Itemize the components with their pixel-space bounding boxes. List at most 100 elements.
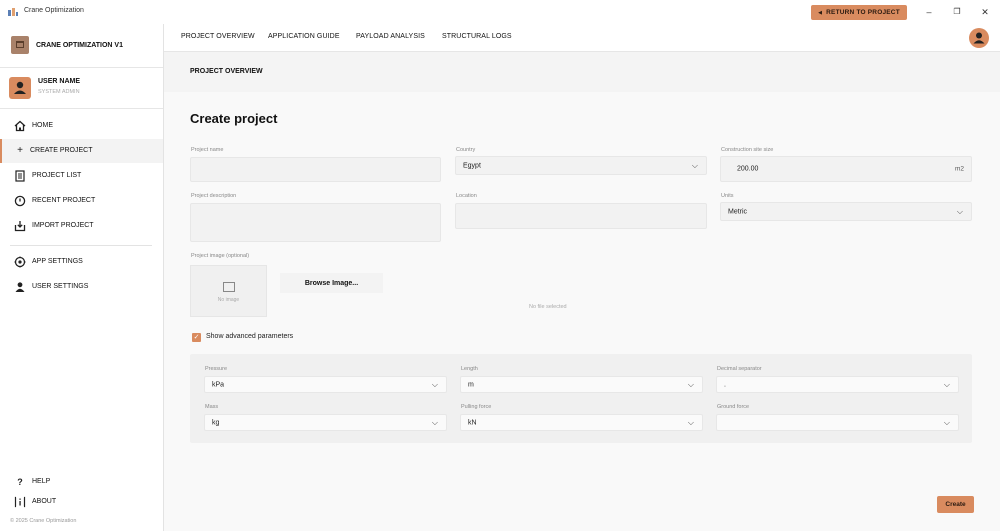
user-icon: [973, 32, 985, 44]
length-value: m: [468, 381, 474, 388]
sidebar-item-label: ABOUT: [32, 498, 57, 505]
brand: CRANE OPTIMIZATION V1: [0, 24, 163, 68]
description-field[interactable]: [190, 203, 441, 242]
user-icon: [14, 81, 26, 94]
return-to-project-button[interactable]: ◀ RETURN TO PROJECT: [811, 5, 907, 20]
import-icon: [14, 221, 26, 232]
description-label: Project description: [191, 193, 237, 199]
advanced-parameters-checkbox[interactable]: ✓: [192, 333, 201, 342]
copyright: © 2025 Crane Optimization: [10, 518, 77, 524]
pressure-value: kPa: [212, 381, 225, 388]
decimal-separator-value: .: [724, 381, 726, 388]
chevron-down-icon: ⌵: [943, 417, 950, 427]
breadcrumb-bar: PROJECT OVERVIEW: [164, 52, 1000, 92]
country-select[interactable]: Egypt ⌵: [455, 156, 707, 175]
sidebar-divider: [10, 245, 152, 246]
user-icon: [15, 282, 25, 292]
gear-icon: [14, 256, 26, 268]
brand-name: CRANE OPTIMIZATION V1: [36, 42, 123, 49]
arrow-left-icon: ◀: [818, 9, 823, 16]
units-select[interactable]: Metric ⌵: [720, 202, 972, 221]
pulling-force-label: Pulling force: [461, 404, 492, 410]
project-image-label: Project image (optional): [191, 253, 250, 259]
tab-project-overview[interactable]: PROJECT OVERVIEW: [181, 33, 255, 40]
decimal-separator-label: Decimal separator: [717, 366, 762, 372]
sidebar-item-import-project[interactable]: IMPORT PROJECT: [0, 214, 163, 238]
units-value: Metric: [728, 208, 748, 215]
chevron-down-icon: ⌵: [687, 417, 694, 427]
sidebar-item-label: IMPORT PROJECT: [32, 222, 94, 229]
app-logo-icon: [8, 8, 18, 16]
user-card[interactable]: USER NAME SYSTEM ADMIN: [0, 68, 163, 109]
pressure-label: Pressure: [205, 366, 228, 372]
advanced-parameters-label[interactable]: Show advanced parameters: [206, 333, 293, 340]
sidebar-item-create-project[interactable]: + CREATE PROJECT: [0, 139, 163, 163]
mass-select[interactable]: kg ⌵: [204, 414, 447, 431]
chevron-down-icon: ⌵: [431, 379, 438, 389]
units-label: Units: [721, 193, 734, 199]
sidebar-item-label: CREATE PROJECT: [30, 147, 93, 154]
avatar: [9, 77, 31, 99]
ground-force-select[interactable]: ⌵: [716, 414, 959, 431]
image-preview: No image: [190, 265, 267, 317]
country-label: Country: [456, 147, 476, 153]
help-icon: ?: [17, 477, 23, 487]
image-placeholder-icon: [223, 282, 235, 292]
sidebar-item-label: APP SETTINGS: [32, 258, 83, 265]
sidebar-item-label: USER SETTINGS: [32, 283, 89, 290]
list-icon: [15, 170, 25, 182]
create-button[interactable]: Create: [937, 496, 974, 513]
browse-image-button[interactable]: Browse Image...: [280, 273, 383, 293]
sidebar-item-user-settings[interactable]: USER SETTINGS: [0, 275, 163, 299]
sidebar-item-label: PROJECT LIST: [32, 172, 82, 179]
no-file-selected-text: No file selected: [529, 304, 567, 310]
user-name: USER NAME: [38, 78, 81, 85]
ground-force-label: Ground force: [717, 404, 750, 410]
pressure-select[interactable]: kPa ⌵: [204, 376, 447, 393]
maximize-button[interactable]: ❐: [950, 5, 964, 19]
tab-application-guide[interactable]: APPLICATION GUIDE: [268, 33, 340, 40]
breadcrumb: PROJECT OVERVIEW: [190, 68, 263, 75]
location-field[interactable]: [455, 203, 707, 229]
chevron-down-icon: ⌵: [687, 379, 694, 389]
no-image-text: No image: [217, 297, 240, 303]
sidebar-item-home[interactable]: HOME: [0, 114, 163, 138]
chevron-down-icon: ⌵: [943, 379, 950, 389]
sidebar-item-recent-project[interactable]: RECENT PROJECT: [0, 189, 163, 213]
project-name-field[interactable]: [190, 157, 441, 182]
pulling-force-select[interactable]: kN ⌵: [460, 414, 703, 431]
tab-payload-analysis[interactable]: PAYLOAD ANALYSIS: [356, 33, 425, 40]
chevron-down-icon: ⌵: [431, 417, 438, 427]
location-label: Location: [456, 193, 477, 199]
user-role: SYSTEM ADMIN: [38, 89, 80, 95]
profile-avatar[interactable]: [969, 28, 989, 48]
site-size-field[interactable]: 200.00 m2: [720, 156, 972, 182]
site-size-value: 200.00: [737, 165, 759, 173]
sidebar: CRANE OPTIMIZATION V1 USER NAME SYSTEM A…: [0, 24, 164, 531]
project-name-label: Project name: [191, 147, 224, 153]
brand-logo-icon: [11, 36, 29, 54]
plus-icon: +: [17, 145, 23, 156]
sidebar-item-label: HOME: [32, 122, 53, 129]
site-size-label: Construction site size: [721, 147, 774, 153]
top-nav: PROJECT OVERVIEW APPLICATION GUIDE PAYLO…: [164, 24, 1000, 52]
title-bar: Crane Optimization ◀ RETURN TO PROJECT –…: [0, 0, 1000, 24]
site-size-unit: m2: [954, 165, 964, 173]
decimal-separator-select[interactable]: . ⌵: [716, 376, 959, 393]
close-button[interactable]: ✕: [978, 5, 992, 19]
main-content: Create project Project name Country Egyp…: [164, 92, 1000, 531]
sidebar-item-app-settings[interactable]: APP SETTINGS: [0, 250, 163, 274]
chevron-down-icon: ⌵: [956, 206, 963, 216]
pulling-force-value: kN: [468, 419, 477, 426]
sidebar-item-label: HELP: [32, 478, 51, 485]
length-select[interactable]: m ⌵: [460, 376, 703, 393]
mass-value: kg: [212, 419, 220, 426]
window-title: Crane Optimization: [24, 7, 84, 14]
sidebar-item-label: RECENT PROJECT: [32, 197, 96, 204]
return-to-project-label: RETURN TO PROJECT: [826, 9, 900, 16]
country-value: Egypt: [463, 162, 481, 169]
tab-structural-logs[interactable]: STRUCTURAL LOGS: [442, 33, 512, 40]
sidebar-item-about[interactable]: ABOUT: [0, 490, 163, 514]
minimize-button[interactable]: –: [922, 5, 936, 19]
sidebar-item-project-list[interactable]: PROJECT LIST: [0, 164, 163, 188]
